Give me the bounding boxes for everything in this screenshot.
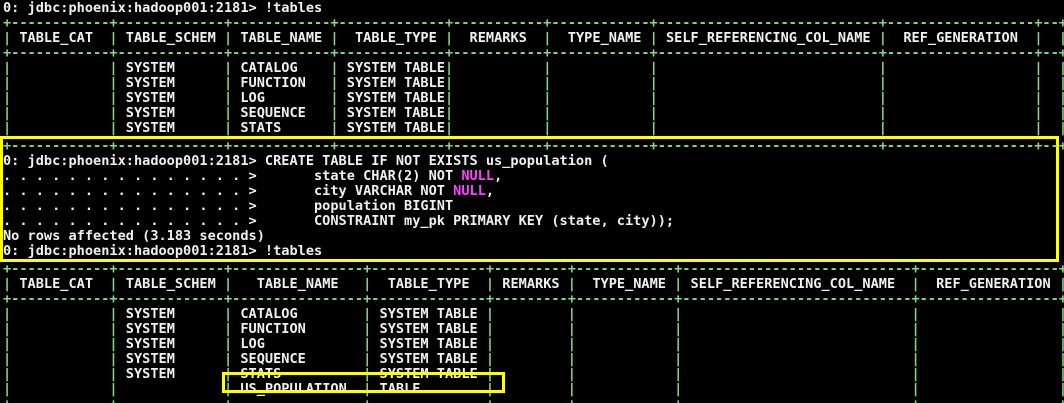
table2-border-bottom: +------------+-------------+------------… xyxy=(3,397,1064,403)
table1-row-sequence: | | SYSTEM | SEQUENCE | SYSTEM TABLE| | … xyxy=(3,106,1064,121)
table1-row-catalog: | | SYSTEM | CATALOG | SYSTEM TABLE| | |… xyxy=(3,61,1064,76)
sql-line-create-table: 0: jdbc:phoenix:hadoop001:2181> CREATE T… xyxy=(3,154,1056,169)
sql-line-state: . . . . . . . . . . . . . . . > state CH… xyxy=(3,169,1056,184)
table1-border-bottom: +------------+-------------+------------… xyxy=(3,139,1056,154)
table2-row-log: | | SYSTEM | LOG | SYSTEM TABLE | | | | … xyxy=(3,337,1064,352)
status-line-no-rows-affected: No rows affected (3.183 seconds) xyxy=(3,229,1056,244)
table2-row-us-population: | | | US_POPULATION | TABLE | | | | | xyxy=(3,382,1064,397)
table1-row-log: | | SYSTEM | LOG | SYSTEM TABLE| | | | |… xyxy=(3,91,1064,106)
table2-row-sequence: | | SYSTEM | SEQUENCE | SYSTEM TABLE | |… xyxy=(3,352,1064,367)
terminal-output-top: 0: jdbc:phoenix:hadoop001:2181> !tables+… xyxy=(3,1,1064,136)
prompt-line-tables-2: 0: jdbc:phoenix:hadoop001:2181> !tables xyxy=(3,244,1056,259)
table2-row-function: | | SYSTEM | FUNCTION | SYSTEM TABLE | |… xyxy=(3,322,1064,337)
sql-line-city: . . . . . . . . . . . . . . . > city VAR… xyxy=(3,184,1056,199)
table2-row-stats: | | SYSTEM | STATS | SYSTEM TABLE | | | … xyxy=(3,367,1064,382)
table1-border-top: +------------+-------------+------------… xyxy=(3,16,1064,31)
table1-row-function: | | SYSTEM | FUNCTION | SYSTEM TABLE| | … xyxy=(3,76,1064,91)
table1-header-row: | TABLE_CAT | TABLE_SCHEM | TABLE_NAME |… xyxy=(3,31,1064,46)
table2-header-row: | TABLE_CAT | TABLE_SCHEM | TABLE_NAME |… xyxy=(3,277,1064,292)
sql-line-constraint: . . . . . . . . . . . . . . . > CONSTRAI… xyxy=(3,214,1056,229)
table2-row-catalog: | | SYSTEM | CATALOG | SYSTEM TABLE | | … xyxy=(3,307,1064,322)
table2-header-separator: +------------+-------------+------------… xyxy=(3,292,1064,307)
sql-line-population: . . . . . . . . . . . . . . . > populati… xyxy=(3,199,1056,214)
table2-border-top: +------------+-------------+------------… xyxy=(3,262,1064,277)
terminal-screen[interactable]: 0: jdbc:phoenix:hadoop001:2181> !tables+… xyxy=(0,0,1064,403)
terminal-output-bottom: +------------+-------------+------------… xyxy=(3,262,1064,403)
highlight-box-create-table: +------------+-------------+------------… xyxy=(0,136,1059,262)
table1-header-separator: +------------+-------------+------------… xyxy=(3,46,1064,61)
table1-row-stats: | | SYSTEM | STATS | SYSTEM TABLE| | | |… xyxy=(3,121,1064,136)
prompt-line-tables-1: 0: jdbc:phoenix:hadoop001:2181> !tables xyxy=(3,1,1064,16)
